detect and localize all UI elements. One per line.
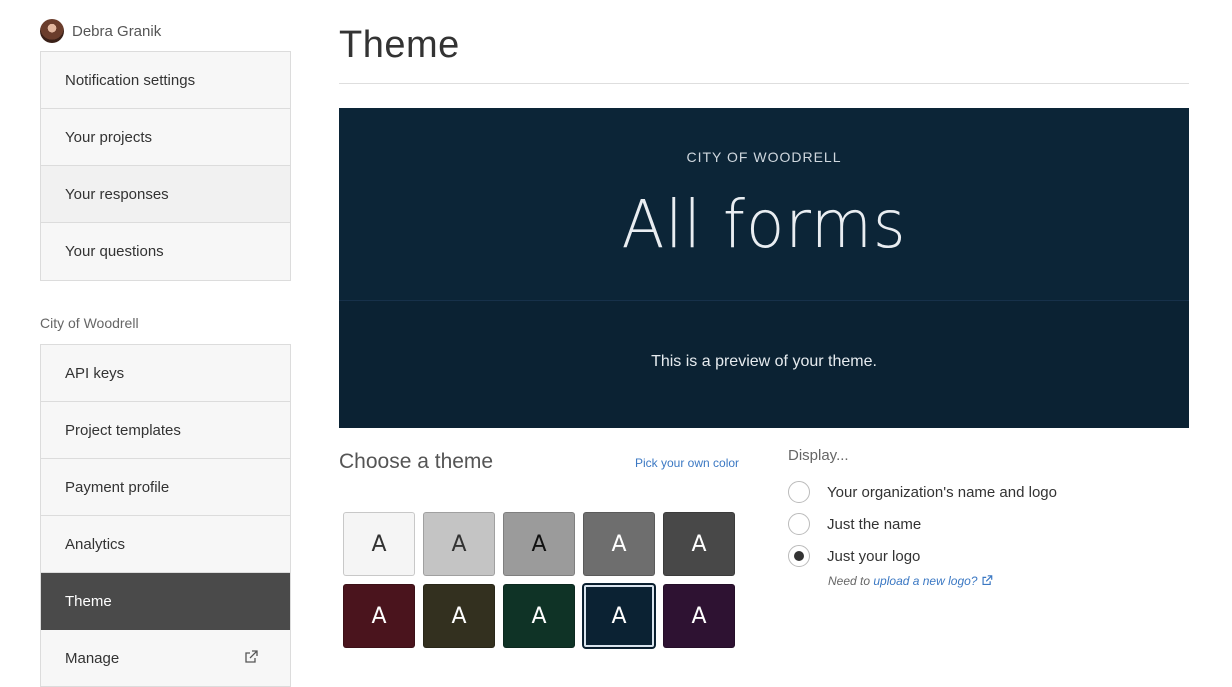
- theme-swatch[interactable]: A: [583, 584, 655, 648]
- radio-label: Just your logo: [827, 547, 921, 565]
- sidebar-item-label: Analytics: [65, 535, 126, 553]
- pick-own-color-link[interactable]: Pick your own color: [635, 456, 739, 470]
- sidebar-item-your-projects[interactable]: Your projects: [41, 109, 290, 166]
- sidebar-item-manage[interactable]: Manage: [41, 630, 290, 687]
- theme-swatch[interactable]: A: [423, 512, 495, 576]
- hint-text: Need to: [828, 574, 874, 588]
- sidebar-item-theme[interactable]: Theme: [41, 573, 290, 630]
- sidebar-item-your-responses[interactable]: Your responses: [41, 166, 290, 223]
- sidebar-item-api-keys[interactable]: API keys: [41, 345, 290, 402]
- radio-button[interactable]: [788, 545, 810, 567]
- choose-theme-heading: Choose a theme: [339, 450, 494, 473]
- display-option-just-name[interactable]: Just the name: [788, 512, 921, 536]
- theme-swatch[interactable]: A: [343, 584, 415, 648]
- sidebar-item-your-questions[interactable]: Your questions: [41, 223, 290, 280]
- upload-logo-hint: Need to upload a new logo?: [828, 574, 993, 588]
- sidebar-item-label: Notification settings: [65, 71, 196, 89]
- org-section-label: City of Woodrell: [40, 315, 139, 331]
- upload-logo-link-text: upload a new logo?: [873, 574, 978, 588]
- user-profile[interactable]: Debra Granik: [40, 19, 161, 43]
- radio-button[interactable]: [788, 513, 810, 535]
- theme-swatch[interactable]: A: [663, 584, 735, 648]
- radio-label: Your organization's name and logo: [827, 483, 1057, 501]
- avatar: [40, 19, 64, 43]
- sidebar-item-notification-settings[interactable]: Notification settings: [41, 52, 290, 109]
- preview-title: All forms: [621, 186, 907, 263]
- display-option-just-logo[interactable]: Just your logo: [788, 544, 920, 568]
- sidebar-item-label: Your questions: [65, 243, 164, 260]
- personal-menu: Notification settings Your projects Your…: [40, 51, 291, 281]
- sidebar-item-label: Project templates: [65, 421, 181, 439]
- external-link-icon: [982, 575, 993, 586]
- preview-note: This is a preview of your theme.: [651, 353, 877, 370]
- sidebar-item-label: Your responses: [65, 185, 169, 203]
- sidebar-item-label: Theme: [65, 592, 112, 610]
- theme-swatch[interactable]: A: [503, 584, 575, 648]
- display-label: Display...: [788, 447, 849, 464]
- theme-swatch[interactable]: A: [663, 512, 735, 576]
- theme-swatch[interactable]: A: [583, 512, 655, 576]
- sidebar-item-payment-profile[interactable]: Payment profile: [41, 459, 290, 516]
- page-title: Theme: [339, 24, 460, 66]
- org-menu: API keys Project templates Payment profi…: [40, 344, 291, 687]
- sidebar-item-label: API keys: [65, 364, 125, 382]
- user-name: Debra Granik: [72, 22, 162, 40]
- sidebar-item-label: Your projects: [65, 128, 152, 146]
- theme-swatch[interactable]: A: [343, 512, 415, 576]
- preview-divider: [339, 300, 1189, 301]
- display-option-name-and-logo[interactable]: Your organization's name and logo: [788, 480, 1057, 504]
- title-divider: [339, 83, 1189, 84]
- sidebar-item-label: Payment profile: [65, 478, 170, 496]
- external-link-icon: [245, 650, 258, 663]
- radio-label: Just the name: [827, 515, 922, 533]
- upload-logo-link[interactable]: upload a new logo?: [873, 574, 993, 588]
- sidebar-item-label: Manage: [65, 649, 120, 667]
- theme-swatch[interactable]: A: [423, 584, 495, 648]
- sidebar-item-analytics[interactable]: Analytics: [41, 516, 290, 573]
- radio-button[interactable]: [788, 481, 810, 503]
- theme-preview: CITY OF WOODRELL All forms This is a pre…: [339, 108, 1189, 428]
- theme-swatch[interactable]: A: [503, 512, 575, 576]
- preview-org-name: CITY OF WOODRELL: [686, 149, 842, 165]
- sidebar-item-project-templates[interactable]: Project templates: [41, 402, 290, 459]
